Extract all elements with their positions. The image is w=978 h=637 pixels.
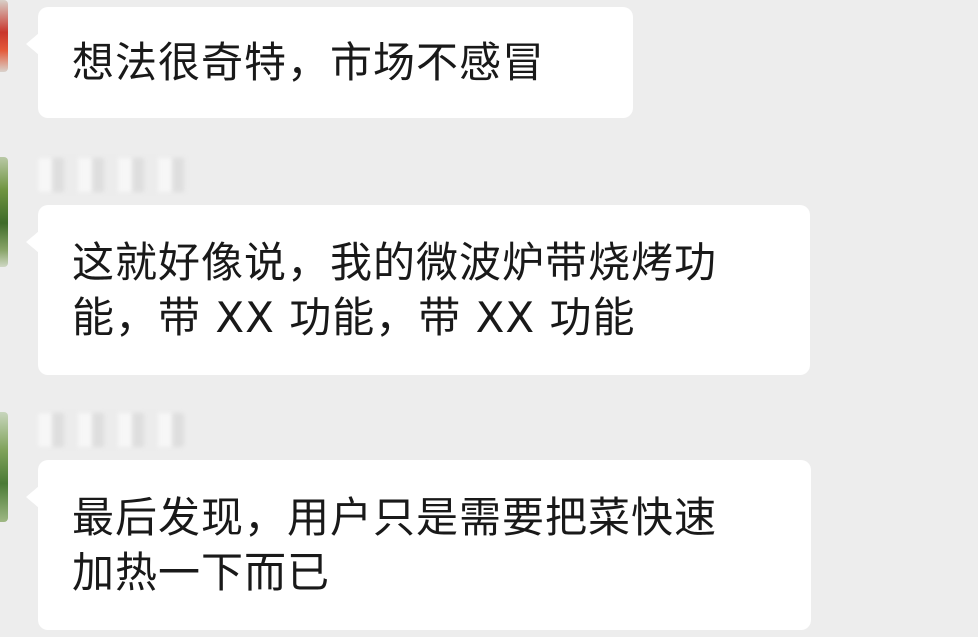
message-text: 最后发现，用户只是需要把菜快速 加热一下而已 (72, 493, 718, 597)
avatar[interactable] (0, 157, 8, 267)
sender-name-blurred (38, 158, 186, 192)
message-text: 这就好像说，我的微波炉带烧烤功 能，带 XX 功能，带 XX 功能 (72, 238, 718, 342)
message-text: 想法很奇特，市场不感冒 (72, 38, 546, 87)
avatar[interactable] (0, 0, 8, 72)
message-bubble[interactable]: 想法很奇特，市场不感冒 (26, 7, 633, 118)
sender-name-blurred (38, 413, 184, 447)
avatar[interactable] (0, 412, 8, 522)
message-bubble[interactable]: 这就好像说，我的微波炉带烧烤功 能，带 XX 功能，带 XX 功能 (26, 205, 810, 375)
message-bubble[interactable]: 最后发现，用户只是需要把菜快速 加热一下而已 (26, 460, 811, 630)
